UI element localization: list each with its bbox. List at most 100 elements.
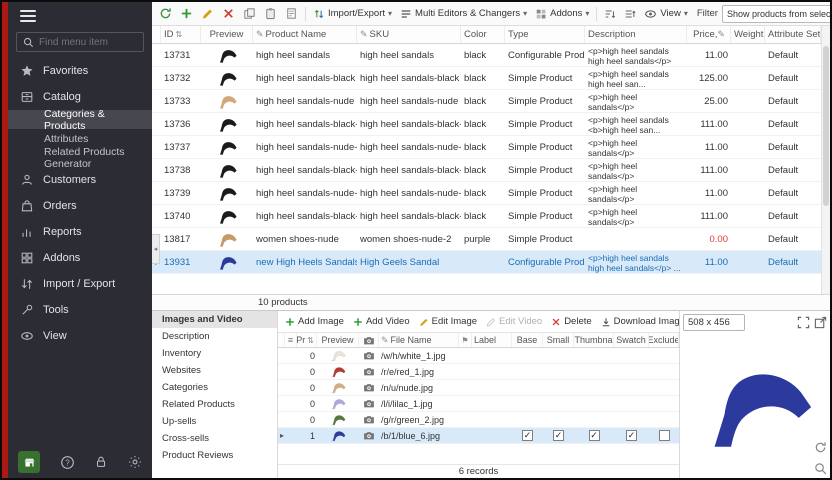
image-row[interactable]: 0 /g/r/green_2.jpg xyxy=(278,412,679,428)
tab-up-sells[interactable]: Up-sells xyxy=(152,413,277,430)
column-image-preview[interactable]: Preview xyxy=(317,333,359,347)
column-color[interactable]: Color xyxy=(461,26,505,43)
image-row[interactable]: 0 /w/h/white_1.jpg xyxy=(278,348,679,364)
column-preview[interactable]: Preview xyxy=(201,26,253,43)
table-row[interactable]: 13739 high heel sandals-nude-37 high hee… xyxy=(152,182,821,205)
sidebar-item-categories-products[interactable]: Categories & Products xyxy=(8,110,152,129)
cell-file-name: /w/h/white_1.jpg xyxy=(379,351,459,361)
column-weight[interactable]: Weight xyxy=(731,26,765,43)
table-row[interactable]: 13737 high heel sandals-nude-36 high hee… xyxy=(152,136,821,159)
add-image-button[interactable]: Add Image xyxy=(281,313,348,331)
edit-product-button[interactable] xyxy=(198,4,217,23)
tab-categories[interactable]: Categories xyxy=(152,379,277,396)
zoom-icon[interactable] xyxy=(814,462,827,475)
image-row[interactable]: 0 /n/u/nude.jpg xyxy=(278,380,679,396)
store-app-button[interactable] xyxy=(18,451,40,473)
lock-button[interactable] xyxy=(94,455,108,469)
table-row[interactable]: ▸ 13931 new High Heels Sandals High Geel… xyxy=(152,251,821,274)
addons-dropdown[interactable]: Addons▾ xyxy=(532,4,592,23)
menu-icon[interactable]: ≡ xyxy=(285,333,297,347)
fullscreen-icon[interactable] xyxy=(797,316,810,329)
duplicate-button[interactable] xyxy=(282,4,301,23)
table-row[interactable]: 13738 high heel sandals-black-37 high he… xyxy=(152,159,821,182)
column-type[interactable]: Type xyxy=(505,26,585,43)
sidebar-item-related-products-generator[interactable]: Related Products Generator xyxy=(8,148,152,167)
column-description[interactable]: Description xyxy=(585,26,687,43)
download-image-button[interactable]: Download Image xyxy=(597,313,679,331)
tab-websites[interactable]: Websites xyxy=(152,362,277,379)
sidebar-item-customers[interactable]: Customers xyxy=(8,167,152,193)
help-button[interactable]: ? xyxy=(60,455,75,470)
view-dropdown[interactable]: View▾ xyxy=(641,4,690,23)
sidebar-item-tools[interactable]: Tools xyxy=(8,297,152,323)
image-row[interactable]: ▸ 1 /b/1/blue_6.jpg ✓ ✓ ✓ ✓ xyxy=(278,428,679,444)
table-row[interactable]: 13732 high heel sandals-black high heel … xyxy=(152,67,821,90)
sidebar-item-import-export[interactable]: Import / Export xyxy=(8,271,152,297)
add-video-button[interactable]: Add Video xyxy=(349,313,414,331)
image-row[interactable]: 0 /r/e/red_1.jpg xyxy=(278,364,679,380)
vertical-scrollbar[interactable] xyxy=(821,26,830,294)
copy-button[interactable] xyxy=(240,4,259,23)
flag-column-icon[interactable]: ⚑ xyxy=(459,333,472,347)
table-row[interactable]: 13736 high heel sandals-black-36 high he… xyxy=(152,113,821,136)
table-row[interactable]: 13740 high heel sandals-black-38 high he… xyxy=(152,205,821,228)
import-export-dropdown[interactable]: Import/Export▾ xyxy=(310,4,395,23)
tab-product-reviews[interactable]: Product Reviews xyxy=(152,447,277,464)
sidebar-item-favorites[interactable]: Favorites xyxy=(8,58,152,84)
sort-button[interactable] xyxy=(601,4,619,23)
sidebar-search[interactable] xyxy=(16,32,144,52)
open-external-icon[interactable] xyxy=(814,316,827,329)
tab-cross-sells[interactable]: Cross-sells xyxy=(152,430,277,447)
tab-related-products[interactable]: Related Products xyxy=(152,396,277,413)
refresh-button[interactable] xyxy=(156,4,175,23)
column-product-name[interactable]: ✎Product Name xyxy=(253,26,357,43)
checkbox-exclude[interactable] xyxy=(649,430,679,441)
sidebar-item-reports[interactable]: Reports xyxy=(8,219,152,245)
column-sku[interactable]: ✎SKU xyxy=(357,26,461,43)
menu-button[interactable] xyxy=(20,7,36,25)
column-swatch[interactable]: Swatch xyxy=(614,333,649,347)
panel-collapse-handle[interactable]: ◂ xyxy=(152,234,160,264)
column-priority[interactable]: Pr⇅ xyxy=(297,333,317,347)
multi-editors-dropdown[interactable]: Multi Editors & Changers▾ xyxy=(397,4,530,23)
column-exclude[interactable]: Exclude xyxy=(649,333,679,347)
expand-all-button[interactable] xyxy=(621,4,639,23)
sidebar-item-addons[interactable]: Addons xyxy=(8,245,152,271)
tab-inventory[interactable]: Inventory xyxy=(152,345,277,362)
column-file-name[interactable]: ✎File Name xyxy=(379,333,459,347)
settings-button[interactable] xyxy=(128,455,142,469)
search-input[interactable] xyxy=(39,37,137,48)
checkbox-small[interactable]: ✓ xyxy=(543,430,574,441)
column-thumbnail[interactable]: Thumbna xyxy=(574,333,614,347)
checkbox-base[interactable]: ✓ xyxy=(512,430,543,441)
tab-images-and-video[interactable]: Images and Video xyxy=(152,311,277,328)
table-row[interactable]: 13817 women shoes-nude women shoes-nude-… xyxy=(152,228,821,251)
image-row[interactable]: 0 /l/i/lilac_1.jpg xyxy=(278,396,679,412)
table-row[interactable]: 13731 high heel sandals high heel sandal… xyxy=(152,44,821,67)
edit-video-button[interactable]: Edit Video xyxy=(482,313,546,331)
table-row[interactable]: 13733 high heel sandals-nude high heel s… xyxy=(152,90,821,113)
image-preview[interactable] xyxy=(680,333,830,478)
sidebar-item-orders[interactable]: Orders xyxy=(8,193,152,219)
sidebar-item-catalog[interactable]: Catalog xyxy=(8,84,152,110)
column-price[interactable]: Price,✎ xyxy=(687,26,731,43)
delete-image-button[interactable]: Delete xyxy=(547,313,595,331)
column-id[interactable]: ID⇅ xyxy=(161,26,201,43)
checkbox-swatch[interactable]: ✓ xyxy=(614,430,649,441)
add-product-button[interactable] xyxy=(177,4,196,23)
column-label[interactable]: Label xyxy=(472,333,512,347)
column-attribute-set-name[interactable]: Attribute Set Name xyxy=(765,26,821,43)
sidebar-item-view[interactable]: View xyxy=(8,323,152,349)
rotate-icon[interactable] xyxy=(814,441,827,454)
resize-dimensions-input[interactable] xyxy=(683,314,745,331)
scrollbar-thumb[interactable] xyxy=(823,46,829,206)
tab-description[interactable]: Description xyxy=(152,328,277,345)
paste-button[interactable] xyxy=(261,4,280,23)
checkbox-thumbnail[interactable]: ✓ xyxy=(574,430,614,441)
column-small[interactable]: Small xyxy=(543,333,574,347)
column-base[interactable]: Base xyxy=(512,333,543,347)
filter-select[interactable]: Show products from selected categories ▾ xyxy=(722,5,830,23)
camera-column-icon[interactable] xyxy=(359,333,379,347)
edit-image-button[interactable]: Edit Image xyxy=(415,313,481,331)
delete-product-button[interactable] xyxy=(219,4,238,23)
